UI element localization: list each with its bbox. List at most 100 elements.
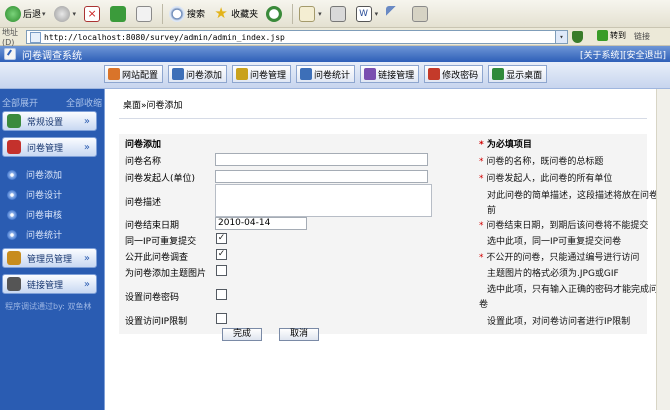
nav-button-label: 显示桌面 <box>506 70 543 81</box>
collapse-all-button[interactable]: 全部收缩 <box>66 96 102 109</box>
double-chevron-icon: » <box>83 141 90 153</box>
sidebar-group-survey[interactable]: 问卷管理 » <box>2 137 97 157</box>
sidebar-item-survey-design[interactable]: 问卷设计 <box>7 188 62 201</box>
sidebar: 全部展开 全部收缩 常规设置 » 问卷管理 » 问卷添加 问卷设计 问卷审核 问… <box>0 89 104 410</box>
required-legend: * 为必填项目 <box>479 137 532 150</box>
breadcrumb-divider <box>119 118 647 119</box>
end-date-label: 问卷结束日期 <box>125 221 180 231</box>
search-label: 搜索 <box>187 10 206 20</box>
end-date-input[interactable]: 2010-04-14 <box>215 217 307 230</box>
nav-button-survey-add[interactable]: 问卷添加 <box>168 65 228 83</box>
links-button[interactable]: 链接 <box>634 31 650 42</box>
survey-icon <box>7 140 21 154</box>
toolbar-divider <box>292 3 294 24</box>
description-note-line-2: 前 <box>487 206 497 216</box>
home-icon <box>136 5 153 22</box>
survey-manage-icon <box>236 68 249 80</box>
theme-image-checkbox[interactable] <box>216 265 227 276</box>
name-note: * 问卷的名称，既问卷的总标题 <box>479 154 603 167</box>
stop-icon: × <box>84 5 101 22</box>
print-icon <box>329 5 346 22</box>
sponsor-note: * 问卷发起人，此问卷的所有单位 <box>479 171 612 184</box>
double-chevron-icon: » <box>83 278 90 290</box>
discuss-button[interactable] <box>383 3 407 25</box>
description-label: 问卷描述 <box>125 198 162 208</box>
survey-name-input[interactable] <box>215 153 428 166</box>
messenger-icon <box>412 5 429 22</box>
history-icon <box>266 5 283 22</box>
history-button[interactable] <box>263 3 287 25</box>
print-button[interactable] <box>327 3 351 25</box>
sidebar-item-label: 问卷设计 <box>26 191 63 201</box>
header-links: [关于系统][安全退出] <box>580 48 666 61</box>
forward-arrow-icon <box>53 5 70 22</box>
ip-limit-label: 设置访问IP限制 <box>125 317 188 327</box>
stop-button[interactable]: × <box>81 3 105 25</box>
shield-icon <box>572 31 583 43</box>
survey-add-icon <box>172 68 185 80</box>
about-link[interactable]: [关于系统] <box>580 51 623 61</box>
settings-icon <box>7 114 21 128</box>
search-button[interactable]: 搜索 <box>166 3 208 25</box>
submit-button[interactable]: 完成 <box>222 328 262 341</box>
vertical-scrollbar[interactable] <box>656 89 670 410</box>
sidebar-item-survey-stats[interactable]: 问卷统计 <box>7 228 62 241</box>
sidebar-item-label: 问卷审核 <box>26 211 63 221</box>
url-input[interactable]: http://localhost:8080/survey/admin/admin… <box>26 30 568 44</box>
public-survey-note-text: 不公开的问卷，只能通过编号进行访问 <box>486 253 640 263</box>
bullet-icon <box>7 229 17 240</box>
back-arrow-icon <box>5 5 21 22</box>
app-title: 问卷调查系统 <box>22 50 82 62</box>
nav-button-survey-stats[interactable]: 问卷统计 <box>296 65 356 83</box>
go-button[interactable]: 转到 <box>597 30 626 41</box>
sidebar-group-general[interactable]: 常规设置 » <box>2 111 97 131</box>
edit-button[interactable]: W ▾ <box>353 3 382 25</box>
sidebar-group-links[interactable]: 链接管理 » <box>2 274 97 294</box>
home-button[interactable] <box>133 3 157 25</box>
repeat-submit-note: 选中此项，同一IP可重复提交问卷 <box>487 237 622 247</box>
survey-description-textarea[interactable] <box>215 184 432 217</box>
nav-button-password[interactable]: 修改密码 <box>424 65 484 83</box>
back-button[interactable]: 后退 ▾ <box>2 3 49 25</box>
tester-prefix: 程序调试通过by: <box>5 302 65 311</box>
top-nav: 网站配置 问卷添加 问卷管理 问卷统计 链接管理 修改密码 显示桌面 <box>0 62 670 89</box>
expand-all-button[interactable]: 全部展开 <box>2 96 38 109</box>
password-checkbox[interactable] <box>216 289 227 300</box>
back-label: 后退 <box>23 10 42 20</box>
repeat-submit-checkbox[interactable]: ✓ <box>216 233 227 244</box>
sidebar-group-admin[interactable]: 管理员管理 » <box>2 248 97 268</box>
discuss-icon <box>386 5 403 22</box>
nav-button-site-config[interactable]: 网站配置 <box>104 65 164 83</box>
survey-sponsor-input[interactable] <box>215 170 428 183</box>
nav-buttons: 网站配置 问卷添加 问卷管理 问卷统计 链接管理 修改密码 显示桌面 <box>104 65 552 83</box>
name-label: 问卷名称 <box>125 157 162 167</box>
mail-button[interactable]: ▾ <box>296 3 325 25</box>
favorites-button[interactable]: ★ 收藏夹 <box>210 3 261 25</box>
sidebar-group-label: 链接管理 <box>27 280 64 291</box>
refresh-button[interactable] <box>107 3 131 25</box>
required-star-icon: * <box>479 140 487 150</box>
sidebar-group-label: 问卷管理 <box>27 143 64 154</box>
address-dropdown-icon[interactable]: ▾ <box>555 31 567 43</box>
ip-limit-checkbox[interactable] <box>216 313 227 324</box>
sidebar-group-label: 常规设置 <box>27 117 64 128</box>
tester-name: 双鱼林 <box>67 302 92 311</box>
public-survey-checkbox[interactable]: ✓ <box>216 249 227 260</box>
survey-stats-icon <box>300 68 313 80</box>
forward-button[interactable]: ▾ <box>51 3 80 25</box>
star-icon: ★ <box>214 3 228 22</box>
nav-button-survey-manage[interactable]: 问卷管理 <box>232 65 292 83</box>
nav-button-link-manage[interactable]: 链接管理 <box>360 65 420 83</box>
cancel-button[interactable]: 取消 <box>279 328 319 341</box>
sidebar-item-survey-review[interactable]: 问卷审核 <box>7 208 62 221</box>
link-manage-icon <box>364 68 377 80</box>
address-bar: 地址(D) http://localhost:8080/survey/admin… <box>0 28 670 47</box>
password-label: 设置问卷密码 <box>125 293 180 303</box>
logout-link[interactable]: [安全退出] <box>623 51 666 61</box>
sidebar-item-survey-add[interactable]: 问卷添加 <box>7 168 62 181</box>
nav-button-desktop[interactable]: 显示桌面 <box>488 65 548 83</box>
double-chevron-icon: » <box>83 115 90 127</box>
required-legend-text: 为必填项目 <box>486 140 532 150</box>
messenger-button[interactable] <box>409 3 433 25</box>
nav-button-label: 问卷添加 <box>186 70 223 81</box>
